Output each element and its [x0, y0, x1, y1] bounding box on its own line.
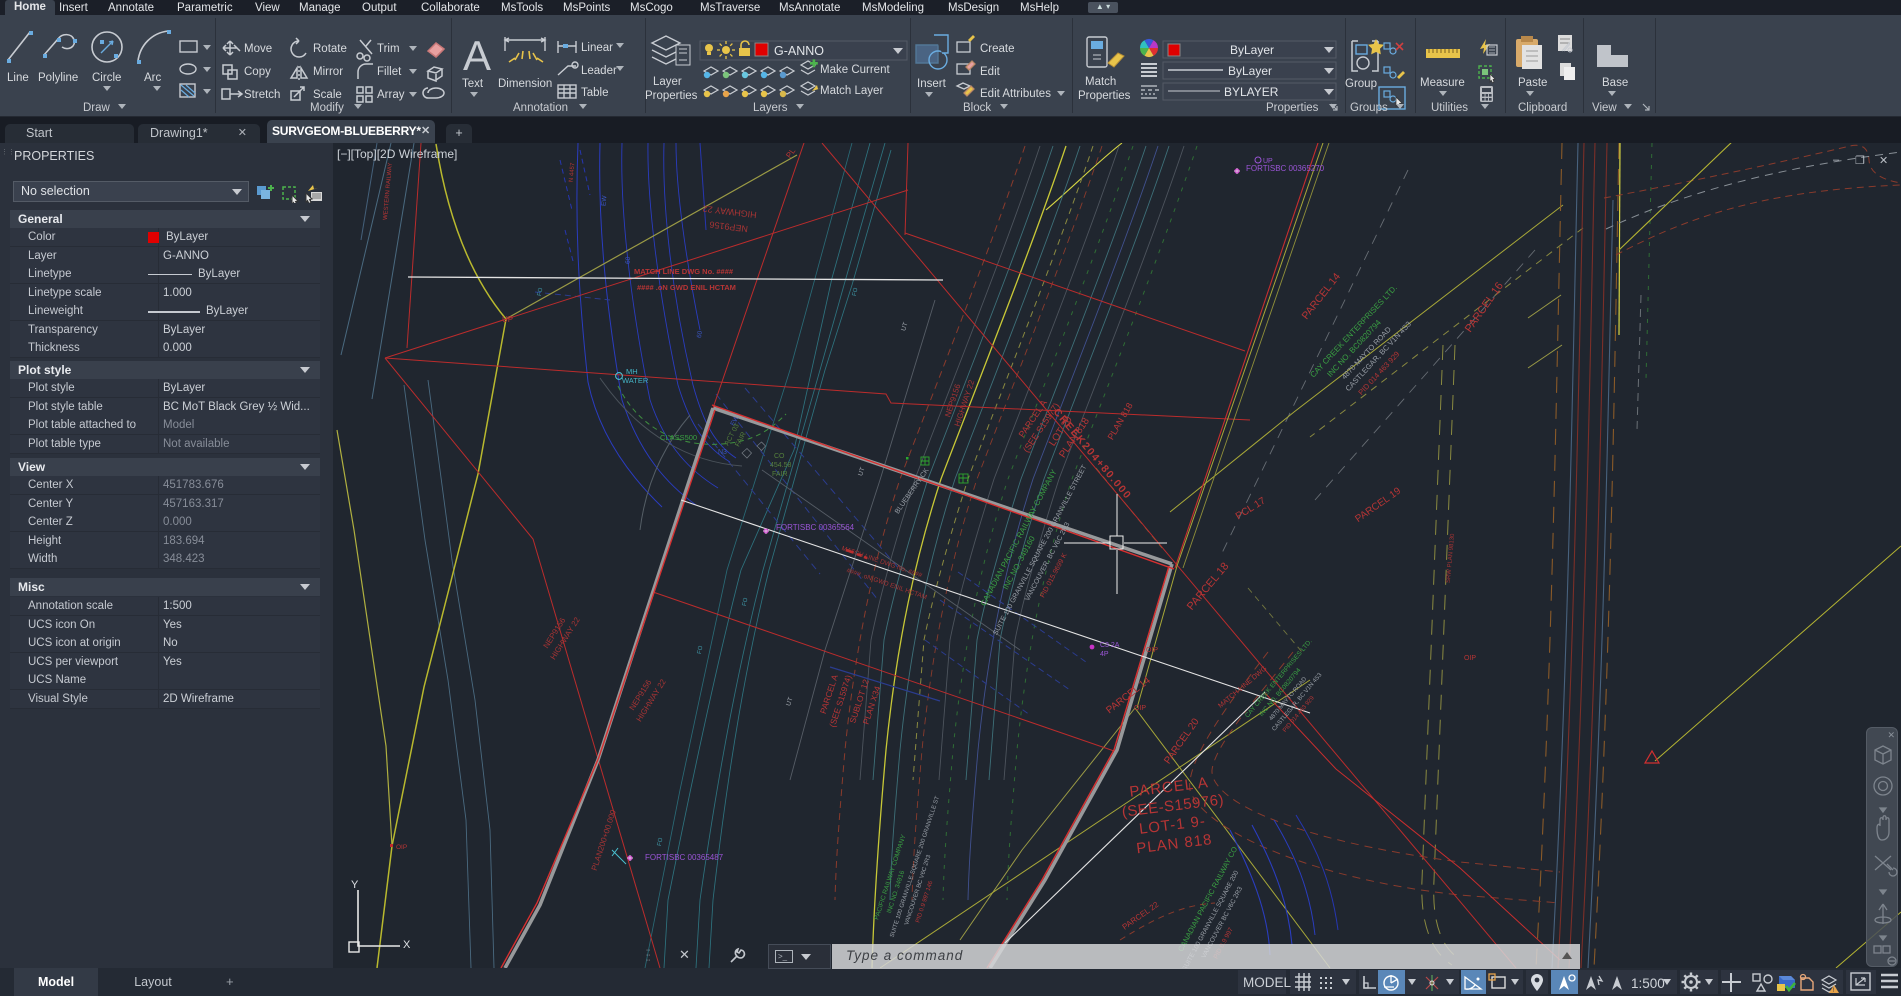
svg-text:PCL 17: PCL 17: [1234, 495, 1268, 522]
svg-text:PARCEL 16: PARCEL 16: [1463, 280, 1506, 334]
svg-text:Polyline: Polyline: [38, 72, 78, 84]
svg-text:Move: Move: [244, 43, 272, 55]
svg-text:Rotate: Rotate: [313, 43, 347, 55]
svg-text:Modify: Modify: [310, 102, 344, 114]
svg-text:Text: Text: [462, 78, 484, 90]
svg-text:FORTISBC 00365487: FORTISBC 00365487: [645, 853, 724, 862]
svg-text:Groups: Groups: [1350, 102, 1388, 114]
svg-text:View: View: [1592, 102, 1617, 114]
svg-text:Trim: Trim: [377, 43, 400, 55]
svg-text:454.58: 454.58: [770, 462, 792, 469]
svg-text:FORTISBC 00365564: FORTISBC 00365564: [776, 523, 855, 532]
svg-text:Group: Group: [1345, 78, 1377, 90]
svg-text:Insert: Insert: [917, 78, 947, 90]
svg-text:FO: FO: [657, 837, 664, 847]
svg-text:Y: Y: [351, 879, 359, 891]
svg-text:A: A: [463, 32, 491, 79]
svg-text:Match: Match: [1085, 76, 1116, 88]
svg-text:SRW PLAN 98130: SRW PLAN 98130: [1446, 533, 1456, 584]
svg-text:Array: Array: [377, 89, 405, 101]
svg-text:ByLayer: ByLayer: [1230, 43, 1274, 57]
svg-text:Linear: Linear: [581, 42, 613, 54]
svg-text:PLAN 818: PLAN 818: [1106, 401, 1135, 442]
svg-text:FAIR: FAIR: [772, 471, 788, 478]
svg-text:OIP: OIP: [1146, 647, 1158, 654]
svg-text:PARCEL 19: PARCEL 19: [1353, 485, 1403, 525]
svg-text:WATER: WATER: [622, 376, 649, 385]
svg-text:UP: UP: [502, 315, 513, 324]
svg-text:Copy: Copy: [244, 66, 271, 78]
svg-text:Base: Base: [1602, 77, 1628, 89]
svg-text:Edit: Edit: [980, 66, 1001, 78]
svg-text:Layer: Layer: [653, 76, 682, 88]
svg-text:Line: Line: [7, 72, 29, 84]
svg-text:OIP: OIP: [1134, 705, 1146, 712]
svg-text:Properties: Properties: [1078, 90, 1131, 102]
svg-text:Measure: Measure: [1420, 77, 1465, 89]
svg-text:UT: UT: [785, 696, 795, 707]
svg-text:#### .oN GWD ENIL HCTAM: #### .oN GWD ENIL HCTAM: [637, 283, 736, 292]
svg-text:Annotation: Annotation: [513, 102, 568, 114]
svg-text:N3: N3: [718, 449, 727, 456]
svg-text:Create: Create: [980, 43, 1015, 55]
svg-text:Mirror: Mirror: [313, 66, 343, 78]
svg-text:Block: Block: [963, 102, 991, 114]
svg-text:NEP9156: NEP9156: [709, 219, 748, 234]
svg-text:PLAN200+00.000: PLAN200+00.000: [590, 808, 618, 872]
svg-text:1:500: 1:500: [1631, 976, 1665, 991]
svg-text:Clipboard: Clipboard: [1518, 102, 1567, 114]
svg-text:FO: FO: [537, 287, 544, 297]
svg-text:4P: 4P: [1100, 651, 1109, 658]
svg-text:PARCEL 18: PARCEL 18: [1185, 560, 1232, 612]
svg-text:X: X: [403, 939, 411, 951]
svg-text:Dimension: Dimension: [498, 78, 552, 90]
svg-text:Fillet: Fillet: [377, 66, 402, 78]
svg-text:Make Current: Make Current: [820, 64, 890, 76]
svg-text:UT: UT: [900, 321, 910, 332]
svg-text:Match Layer: Match Layer: [820, 85, 883, 97]
svg-text:Table: Table: [581, 87, 609, 99]
svg-text:C3 2A: C3 2A: [1100, 642, 1120, 649]
svg-text:Stretch: Stretch: [244, 89, 280, 101]
svg-text:FO: FO: [742, 597, 749, 607]
svg-text:Properties: Properties: [645, 90, 698, 102]
svg-text:FO: FO: [697, 645, 704, 655]
svg-text:MATCH LINE DWG No. ####: MATCH LINE DWG No. ####: [634, 267, 734, 276]
svg-text:CO: CO: [774, 453, 785, 460]
svg-text:PARCEL 14: PARCEL 14: [1300, 271, 1344, 322]
svg-text:FO: FO: [852, 287, 859, 297]
svg-text:MH: MH: [626, 367, 638, 376]
svg-text:Circle: Circle: [92, 72, 121, 84]
svg-text:G-ANNO: G-ANNO: [774, 44, 824, 58]
svg-text:OIP: OIP: [1464, 655, 1476, 662]
svg-text:Arc: Arc: [144, 72, 162, 84]
svg-text:60: 60: [624, 256, 632, 264]
svg-text:N 4457: N 4457: [569, 162, 577, 182]
svg-text:Properties: Properties: [1266, 102, 1319, 114]
svg-text:Paste: Paste: [1518, 77, 1547, 89]
svg-text:Draw: Draw: [83, 102, 111, 114]
svg-text:CLASS500: CLASS500: [660, 433, 697, 442]
svg-text:Edit Attributes: Edit Attributes: [980, 88, 1051, 100]
svg-text:BYLAYER: BYLAYER: [1224, 85, 1279, 99]
svg-text:EW: EW: [600, 194, 608, 206]
svg-text:Scale: Scale: [313, 89, 342, 101]
svg-text:60: 60: [696, 330, 704, 339]
svg-text:ByLayer: ByLayer: [1228, 64, 1272, 78]
svg-text:PL: PL: [784, 146, 797, 160]
svg-text:Utilities: Utilities: [1431, 102, 1468, 114]
svg-text:UP: UP: [1263, 158, 1273, 165]
svg-text:FORTISBC 00365270: FORTISBC 00365270: [1246, 164, 1325, 173]
svg-text:HIGHWAY 22: HIGHWAY 22: [702, 203, 757, 220]
svg-text:PARCEL 22: PARCEL 22: [1121, 900, 1161, 932]
svg-text:MODEL: MODEL: [1243, 975, 1292, 990]
svg-text:Layers: Layers: [753, 102, 788, 114]
svg-text:OIP: OIP: [396, 844, 407, 851]
svg-text:Leader: Leader: [581, 65, 617, 77]
svg-text:UT: UT: [857, 466, 867, 477]
